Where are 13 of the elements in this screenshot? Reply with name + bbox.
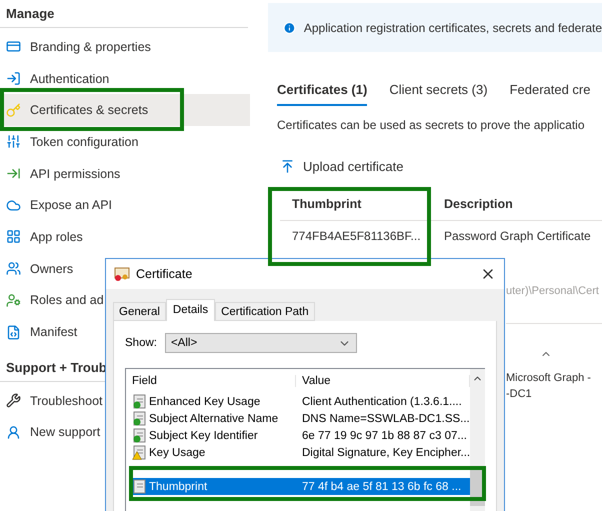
window-title: Certificate bbox=[136, 267, 194, 281]
table-cell-text: Password Graph Certificate bbox=[443, 228, 592, 245]
table-cell-text: -DC1 bbox=[506, 388, 533, 400]
show-label: Show: bbox=[125, 337, 157, 349]
column-header: Description bbox=[432, 188, 602, 221]
column-header: Thumbprint bbox=[280, 188, 432, 221]
description-text: Certificates can be used as secrets to prove the applicatio bbox=[276, 118, 586, 132]
section-heading: Manage bbox=[0, 6, 248, 28]
table-cell-text: 774FB4AE5F81136BF... bbox=[291, 228, 422, 245]
path-text: uter)\Personal\Cert bbox=[506, 285, 602, 324]
column-header: Field bbox=[126, 375, 296, 387]
table-cell-text: Microsoft Graph - bbox=[506, 372, 592, 384]
banner-text: Application registration certificates, secrets and federate bbox=[304, 20, 602, 34]
